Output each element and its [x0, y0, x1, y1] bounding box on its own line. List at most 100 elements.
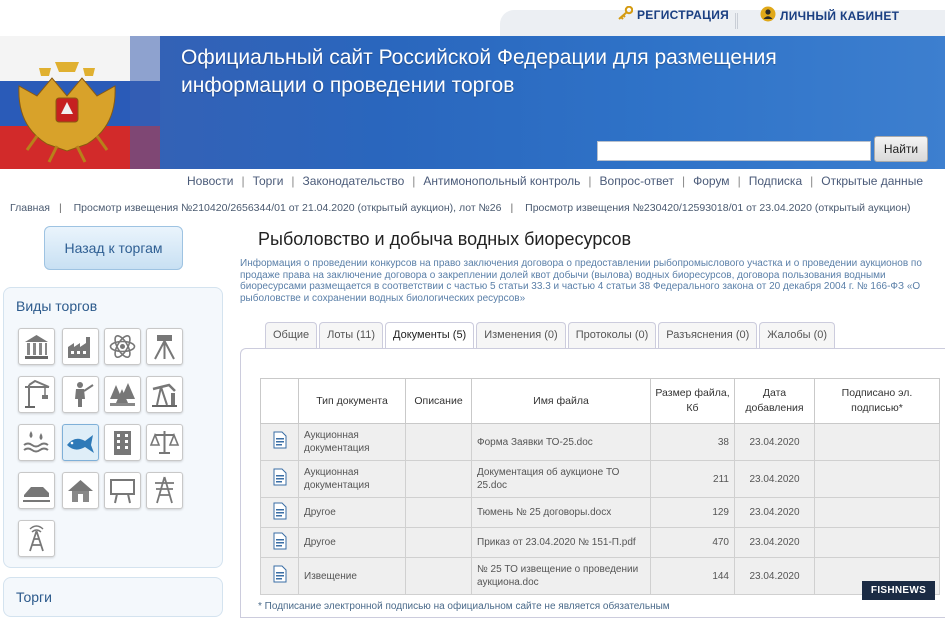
cell-type: Аукционная документация — [298, 460, 406, 498]
table-header-row: Тип документа Описание Имя файла Размер … — [260, 378, 940, 424]
cell-size: 129 — [650, 497, 735, 528]
tab-general[interactable]: Общие — [265, 322, 318, 348]
nav-separator: | — [291, 174, 295, 188]
nav-separator: | — [412, 174, 416, 188]
oil-pump-icon[interactable] — [146, 376, 183, 413]
cell-date: 23.04.2020 — [734, 460, 815, 498]
nav-news[interactable]: Новости — [187, 174, 233, 188]
site-title-line1: Официальный сайт Российской Федерации дл… — [181, 46, 777, 69]
cell-filename[interactable]: Форма Заявки ТО-25.doc — [471, 423, 651, 461]
cell-date: 23.04.2020 — [734, 497, 815, 528]
fishery-icon[interactable] — [62, 424, 99, 461]
cell-type: Аукционная документация — [298, 423, 406, 461]
nav-separator: | — [241, 174, 245, 188]
page-title: Рыболовство и добыча водных биоресурсов — [258, 229, 632, 249]
cell-signed — [814, 497, 940, 528]
forest-icon[interactable] — [104, 376, 141, 413]
nav-subscription[interactable]: Подписка — [749, 174, 802, 188]
tab-lots[interactable]: Лоты (11) — [319, 322, 384, 348]
back-to-trades-button[interactable]: Назад к торгам — [44, 226, 183, 270]
trades-panel: Торги — [3, 577, 223, 617]
power-line-icon[interactable] — [146, 472, 183, 509]
tab-clarifications[interactable]: Разъяснения (0) — [658, 322, 758, 348]
registration-link[interactable]: РЕГИСТРАЦИЯ — [617, 5, 730, 23]
main-nav: Новости | Торги | Законодательство | Антимо… — [187, 174, 923, 188]
nav-antimonopoly[interactable]: Антимонопольный контроль — [423, 174, 580, 188]
billboard-icon[interactable] — [104, 472, 141, 509]
key-icon — [617, 5, 634, 23]
nav-legislation[interactable]: Законодательство — [303, 174, 405, 188]
table-row: Аукционная документация Форма Заявки ТО-… — [260, 423, 940, 461]
nav-separator: | — [737, 174, 741, 188]
cabinet-link[interactable]: ЛИЧНЫЙ КАБИНЕТ — [760, 6, 899, 25]
topbar-divider — [735, 13, 743, 29]
nav-separator: | — [681, 174, 686, 188]
cell-date: 23.04.2020 — [734, 423, 815, 461]
cell-description — [405, 527, 472, 558]
nav-trades[interactable]: Торги — [253, 174, 284, 188]
cell-size: 470 — [650, 527, 735, 558]
header-type: Тип документа — [298, 378, 406, 424]
header-signed: Подписано эл. подписью* — [814, 378, 940, 424]
header-description: Описание — [405, 378, 472, 424]
document-icon[interactable] — [260, 557, 299, 595]
tab-protocols[interactable]: Протоколы (0) — [567, 322, 657, 348]
document-icon[interactable] — [260, 527, 299, 558]
cell-description — [405, 460, 472, 498]
breadcrumb: Главная | Просмотр извещения №210420/2656… — [10, 202, 911, 214]
breadcrumb-home[interactable]: Главная — [10, 202, 50, 214]
registration-label: РЕГИСТРАЦИЯ — [637, 7, 730, 22]
site-title: Официальный сайт Российской Федерации дл… — [181, 44, 777, 100]
search-input[interactable] — [597, 141, 871, 161]
cell-filename[interactable]: Тюмень № 25 договоры.docx — [471, 497, 651, 528]
header-icon-column — [260, 378, 299, 424]
site-title-line2: информации о проведении торгов — [181, 74, 515, 97]
tab-changes[interactable]: Изменения (0) — [476, 322, 566, 348]
nav-qa[interactable]: Вопрос-ответ — [600, 174, 674, 188]
page-description: Информация о проведении конкурсов на пра… — [240, 258, 922, 304]
cell-filename[interactable]: № 25 ТО извещение о проведении аукциона.… — [471, 557, 651, 595]
snowmobile-icon[interactable] — [18, 472, 55, 509]
cell-signed — [814, 460, 940, 498]
table-row: Извещение № 25 ТО извещение о проведении… — [260, 557, 940, 595]
document-icon[interactable] — [260, 460, 299, 498]
factory-icon[interactable] — [62, 328, 99, 365]
cabinet-label: ЛИЧНЫЙ КАБИНЕТ — [780, 8, 900, 23]
construction-crane-icon[interactable] — [18, 376, 55, 413]
tab-documents[interactable]: Документы (5) — [385, 322, 475, 349]
user-icon — [760, 6, 776, 25]
cell-signed — [814, 527, 940, 558]
cell-size: 211 — [650, 460, 735, 498]
building-icon[interactable] — [104, 424, 141, 461]
state-property-icon[interactable] — [18, 328, 55, 365]
water-icon[interactable] — [18, 424, 55, 461]
cell-type: Другое — [298, 527, 406, 558]
scales-icon[interactable] — [146, 424, 183, 461]
trades-title: Торги — [16, 589, 52, 605]
nav-forum[interactable]: Форум — [693, 174, 729, 188]
document-icon[interactable] — [260, 423, 299, 461]
breadcrumb-current: Просмотр извещения №230420/12593018/01 о… — [525, 202, 911, 214]
header-filename: Имя файла — [471, 378, 651, 424]
documents-table: Тип документа Описание Имя файла Размер … — [260, 378, 940, 595]
tab-complaints[interactable]: Жалобы (0) — [759, 322, 836, 348]
cell-filename[interactable]: Документация об аукционе ТО 25.doc — [471, 460, 651, 498]
cell-filename[interactable]: Приказ от 23.04.2020 № 151-П.pdf — [471, 527, 651, 558]
document-icon[interactable] — [260, 497, 299, 528]
house-icon[interactable] — [62, 472, 99, 509]
radio-tower-icon[interactable] — [18, 520, 55, 557]
cell-size: 144 — [650, 557, 735, 595]
fishnews-watermark: FISHNEWS — [862, 581, 935, 600]
cell-date: 23.04.2020 — [734, 527, 815, 558]
breadcrumb-lot[interactable]: Просмотр извещения №210420/2656344/01 от… — [74, 202, 502, 214]
atom-icon[interactable] — [104, 328, 141, 365]
breadcrumb-separator: | — [58, 202, 62, 214]
search-button[interactable]: Найти — [874, 136, 928, 162]
geodesy-icon[interactable] — [146, 328, 183, 365]
cell-description — [405, 557, 472, 595]
hunting-icon[interactable] — [62, 376, 99, 413]
header-size: Размер файла, Кб — [650, 378, 735, 424]
nav-separator: | — [588, 174, 592, 188]
nav-open-data[interactable]: Открытые данные — [821, 174, 923, 188]
signature-footnote: * Подписание электронной подписью на офи… — [258, 601, 670, 612]
